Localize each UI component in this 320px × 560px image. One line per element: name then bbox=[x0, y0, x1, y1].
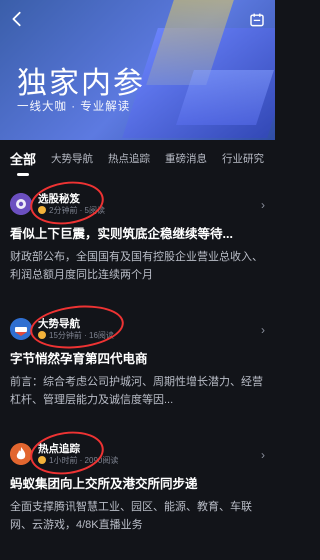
tab-market-navigation[interactable]: 大势导航 bbox=[51, 151, 93, 166]
category-tabs: 全部 大势导航 热点追踪 重磅消息 行业研究 bbox=[0, 143, 275, 176]
article-headline[interactable]: 蚂蚁集团向上交所及港交所同步递 bbox=[10, 476, 265, 492]
avatar bbox=[10, 193, 32, 215]
stock-picking-icon bbox=[10, 193, 32, 215]
avatar bbox=[10, 443, 32, 465]
article-headline[interactable]: 字节悄然孕育第四代电商 bbox=[10, 351, 265, 367]
tab-major-news[interactable]: 重磅消息 bbox=[165, 151, 207, 166]
verified-badge-icon bbox=[38, 456, 46, 464]
card-header: 大势导航 15分钟前 · 16阅读 › bbox=[10, 315, 265, 343]
article-summary: 财政部公布，全国国有及国有控股企业营业总收入、利润总额月度同比连续两个月 bbox=[10, 251, 263, 281]
verified-badge-icon bbox=[38, 206, 46, 214]
card-source: 选股秘笈 bbox=[38, 192, 80, 205]
article-card[interactable]: 热点追踪 1小时前 · 2090阅读 › 蚂蚁集团向上交所及港交所同步递 全面支… bbox=[10, 440, 265, 534]
article-card[interactable]: 选股秘笈 2分钟前 · 5阅读 › 看似上下巨震，实则筑底企稳继续等待... 财… bbox=[10, 190, 265, 284]
card-info: 15分钟前 · 16阅读 bbox=[38, 330, 114, 341]
verified-badge-icon bbox=[38, 331, 46, 339]
tab-industry-research[interactable]: 行业研究 bbox=[222, 151, 264, 166]
hero-banner: 独家内参 一线大咖 · 专业解读 bbox=[0, 0, 275, 140]
chevron-right-icon[interactable]: › bbox=[261, 323, 265, 337]
tab-all[interactable]: 全部 bbox=[10, 149, 36, 176]
market-navigation-icon bbox=[10, 318, 32, 340]
article-summary: 前言：综合考虑公司护城河、周期性增长潜力、经营杠杆、管理层能力及诚信度等因... bbox=[10, 376, 263, 406]
tab-hot-tracking[interactable]: 热点追踪 bbox=[108, 151, 150, 166]
card-source: 大势导航 bbox=[38, 317, 80, 330]
page: 独家内参 一线大咖 · 专业解读 全部 大势导航 热点追踪 重磅消息 行业研究 … bbox=[0, 0, 275, 560]
chevron-right-icon[interactable]: › bbox=[261, 448, 265, 462]
calendar-icon[interactable] bbox=[249, 12, 265, 28]
card-source: 热点追踪 bbox=[38, 442, 80, 455]
avatar bbox=[10, 318, 32, 340]
card-info: 2分钟前 · 5阅读 bbox=[38, 205, 105, 216]
card-header: 热点追踪 1小时前 · 2090阅读 › bbox=[10, 440, 265, 468]
page-subtitle: 一线大咖 · 专业解读 bbox=[17, 101, 131, 113]
hot-tracking-icon bbox=[10, 443, 32, 465]
card-time-reads: 15分钟前 · 16阅读 bbox=[49, 330, 114, 340]
article-headline[interactable]: 看似上下巨震，实则筑底企稳继续等待... bbox=[10, 226, 265, 242]
card-header: 选股秘笈 2分钟前 · 5阅读 › bbox=[10, 190, 265, 218]
back-arrow-icon[interactable] bbox=[8, 10, 26, 28]
article-summary: 全面支撑腾讯智慧工业、园区、能源、教育、车联网、云游戏，4/8K直播业务 bbox=[10, 501, 252, 531]
article-card[interactable]: 大势导航 15分钟前 · 16阅读 › 字节悄然孕育第四代电商 前言：综合考虑公… bbox=[10, 315, 265, 409]
card-time-reads: 1小时前 · 2090阅读 bbox=[49, 455, 119, 465]
chevron-right-icon[interactable]: › bbox=[261, 198, 265, 212]
card-time-reads: 2分钟前 · 5阅读 bbox=[49, 205, 106, 215]
page-title: 独家内参 bbox=[17, 67, 145, 100]
card-info: 1小时前 · 2090阅读 bbox=[38, 455, 118, 466]
